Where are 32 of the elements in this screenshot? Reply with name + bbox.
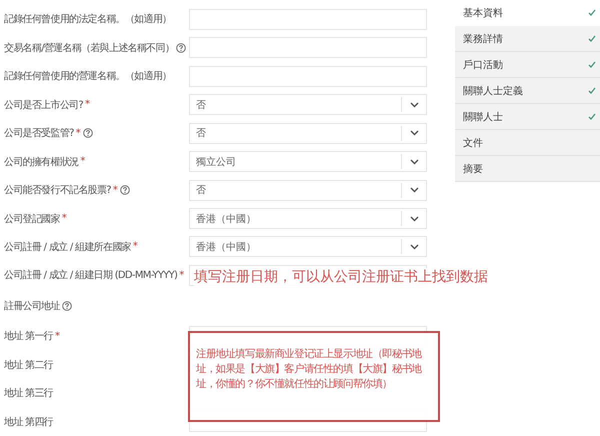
required-mark: * — [54, 330, 60, 342]
field-label: 公司註冊 / 成立 / 組建所在國家 — [4, 240, 131, 254]
field-label: 註冊公司地址 — [4, 300, 60, 313]
field-label: 公司是否上市公司? — [4, 98, 84, 112]
field-label: 公司的擁有權狀況 — [4, 156, 78, 169]
field-label: 記錄任何曾使用的法定名稱。（如適用） — [4, 12, 172, 26]
select-field[interactable]: 否 — [189, 180, 427, 201]
field-label: 公司登記國家 — [4, 212, 60, 226]
field-label: 記錄任何曾使用的營運名稱。（如適用） — [4, 70, 172, 84]
field-label: 公司是否受監管? — [4, 126, 74, 140]
annotation-tooltip: 填写注册日期，可以从公司注册证书上找到数据 — [194, 268, 488, 286]
field-label: 地址 第四行 — [4, 416, 53, 429]
required-mark: * — [62, 213, 67, 224]
required-mark: * — [132, 241, 138, 252]
annotation-dialog: 注册地址填写最新商业登记证上显示地址（即秘书地址，如果是【大旗】客户请任性的填【大旗】秘书地址，你懂的？你不懂就任性的让顾问帮你填） — [188, 331, 440, 422]
field-label: 交易名稱/營運名稱（若與上述名稱不同） — [4, 42, 174, 55]
field-label: 地址 第一行 — [4, 330, 53, 344]
select-field[interactable]: 獨立公司 — [189, 151, 427, 172]
field-label: 地址 第二行 — [4, 358, 53, 372]
field-label: 公司能否發行不記名股票? — [4, 184, 111, 198]
required-mark: * — [80, 156, 86, 168]
field-label: 公司註冊 / 成立 / 組建日期 (DD-MM-YYYY) — [4, 268, 178, 282]
select-field[interactable]: 否 — [189, 122, 427, 144]
select-field[interactable]: 否 — [189, 94, 427, 116]
select-field[interactable]: 香港（中國） — [189, 208, 427, 230]
select-field[interactable]: 香港（中國） — [189, 236, 427, 258]
required-mark: * — [112, 184, 118, 196]
required-mark: * — [85, 99, 90, 110]
required-mark: * — [179, 270, 184, 281]
required-mark: * — [76, 128, 81, 139]
step-item[interactable]: 基本資料 — [455, 0, 600, 26]
field-label: 地址 第三行 — [4, 386, 53, 400]
